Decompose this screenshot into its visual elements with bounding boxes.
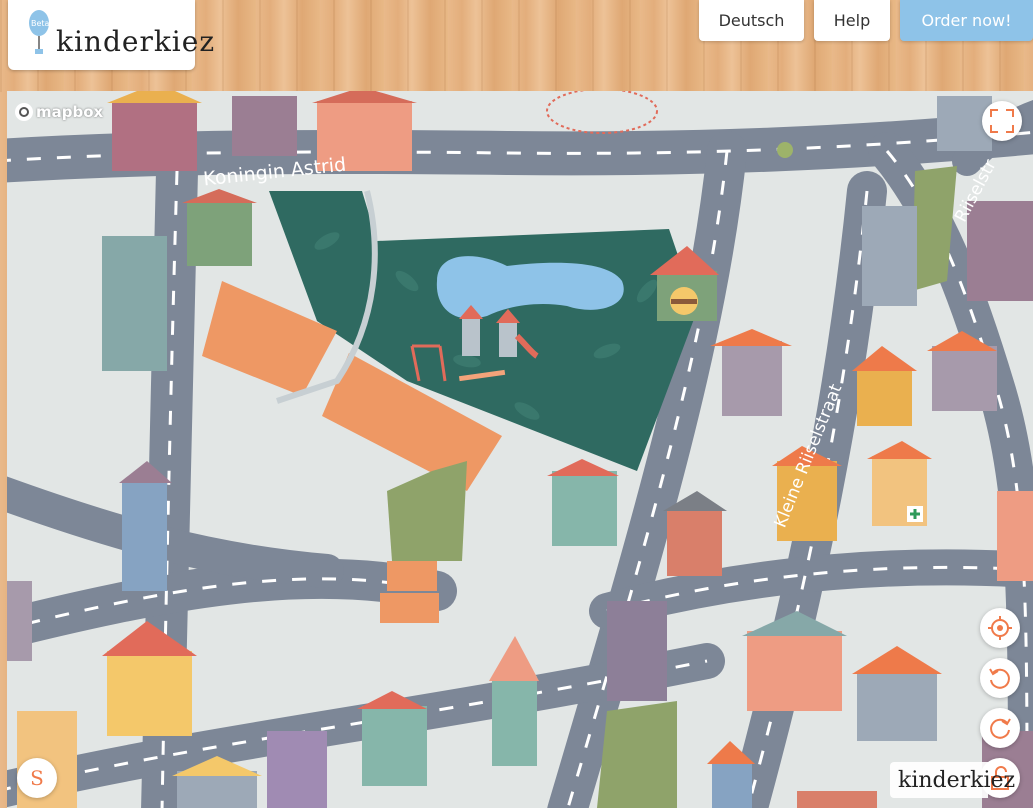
- rotate-right-button[interactable]: [980, 708, 1020, 748]
- mapbox-icon: [15, 103, 33, 121]
- balloon-icon: Beta: [28, 9, 50, 55]
- logo-text: kinderkiez: [56, 24, 216, 58]
- locate-icon: [988, 616, 1012, 640]
- mapbox-attribution[interactable]: mapbox: [15, 102, 103, 122]
- kinderkiez-watermark: kinderkiez: [890, 762, 1015, 798]
- rotate-left-icon: [989, 668, 1010, 689]
- map-illustration: [7, 91, 1033, 808]
- map-canvas[interactable]: mapbox Koningin Astrid Riiselstr Kleine …: [7, 91, 1033, 808]
- language-button[interactable]: Deutsch: [699, 0, 804, 41]
- help-button[interactable]: Help: [814, 0, 890, 41]
- beta-badge: Beta: [31, 19, 50, 28]
- shortcut-button[interactable]: S: [17, 758, 57, 798]
- locate-button[interactable]: [980, 608, 1020, 648]
- fullscreen-icon: [990, 109, 1014, 133]
- mapbox-text: mapbox: [36, 103, 104, 121]
- order-button[interactable]: Order now!: [900, 0, 1033, 41]
- fullscreen-button[interactable]: [982, 101, 1022, 141]
- rotate-right-icon: [990, 718, 1011, 739]
- logo[interactable]: Beta kinderkiez: [8, 0, 214, 70]
- rotate-left-button[interactable]: [980, 658, 1020, 698]
